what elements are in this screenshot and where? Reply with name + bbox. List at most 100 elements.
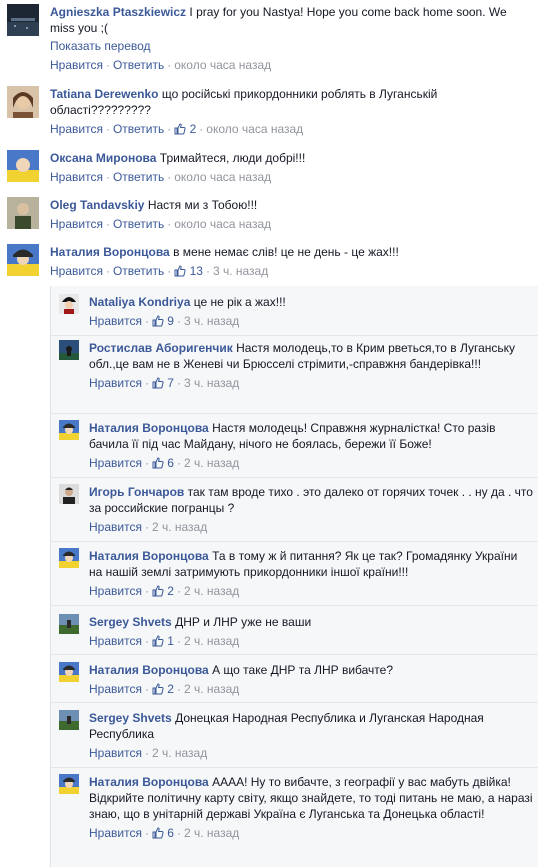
reply-button[interactable]: Ответить xyxy=(113,217,164,231)
like-button[interactable]: Нравится xyxy=(89,634,142,648)
reply-author[interactable]: Наталия Воронцова xyxy=(89,421,209,435)
separator: · xyxy=(176,634,181,648)
avatar[interactable] xyxy=(7,4,39,36)
reply-button[interactable]: Ответить xyxy=(113,58,164,72)
like-button[interactable]: Нравится xyxy=(89,456,142,470)
separator: · xyxy=(144,746,149,760)
reply-author[interactable]: Nataliya Kondriya xyxy=(89,295,190,309)
comment-timestamp[interactable]: около часа назад xyxy=(174,58,271,72)
comment-author[interactable]: Наталия Воронцова xyxy=(50,245,170,259)
avatar[interactable] xyxy=(59,614,79,634)
reply-timestamp[interactable]: 2 ч. назад xyxy=(184,634,239,648)
comment-text: Настя ми з Тобою!!! xyxy=(147,198,258,212)
separator: · xyxy=(105,264,110,278)
reply-timestamp[interactable]: 2 ч. назад xyxy=(184,456,239,470)
reply-content: Sergey Shvets ДНР и ЛНР уже не ваши Нрав… xyxy=(89,614,533,649)
avatar[interactable] xyxy=(59,548,79,568)
reply-content: Наталия Воронцова Настя молодець! Справж… xyxy=(89,420,533,471)
separator: · xyxy=(176,314,181,328)
like-button[interactable]: Нравится xyxy=(50,58,103,72)
avatar[interactable] xyxy=(59,484,79,504)
divider xyxy=(51,477,538,478)
reply-content: Sergey Shvets Донецкая Народная Республи… xyxy=(89,710,533,761)
reply-actions: Нравится · 6 · 2 ч. назад xyxy=(89,455,533,471)
separator: · xyxy=(167,58,172,72)
divider xyxy=(51,413,538,414)
reply-timestamp[interactable]: 3 ч. назад xyxy=(184,376,239,390)
like-button[interactable]: Нравится xyxy=(50,170,103,184)
divider xyxy=(51,335,538,336)
thumbs-up-icon xyxy=(152,377,164,389)
reply-author[interactable]: Наталия Воронцова xyxy=(89,775,209,789)
avatar[interactable] xyxy=(59,294,79,314)
reply-author[interactable]: Ростислав Аборигенчик xyxy=(89,341,233,355)
reply-timestamp[interactable]: 2 ч. назад xyxy=(152,746,207,760)
reply-timestamp[interactable]: 2 ч. назад xyxy=(184,584,239,598)
avatar[interactable] xyxy=(59,662,79,682)
reply-timestamp[interactable]: 2 ч. назад xyxy=(184,826,239,840)
reply-button[interactable]: Ответить xyxy=(113,170,164,184)
comment-text: в мене немає слів! це не день - це жах!!… xyxy=(173,245,399,259)
like-button[interactable]: Нравится xyxy=(50,122,103,136)
like-count[interactable]: 6 xyxy=(152,826,174,840)
like-button[interactable]: Нравится xyxy=(50,217,103,231)
separator: · xyxy=(176,456,181,470)
show-translation-link[interactable]: Показать перевод xyxy=(50,38,530,54)
reply-content: Ростислав Аборигенчик Настя молодець,то … xyxy=(89,340,533,391)
reply-author[interactable]: Наталия Воронцова xyxy=(89,549,209,563)
avatar[interactable] xyxy=(7,197,39,229)
like-count[interactable]: 13 xyxy=(174,264,203,278)
avatar[interactable] xyxy=(59,340,79,360)
comment-timestamp[interactable]: 3 ч. назад xyxy=(213,264,268,278)
reply-button[interactable]: Ответить xyxy=(113,122,164,136)
comment-author[interactable]: Tatiana Derewenko xyxy=(50,87,158,101)
replies-thread: Nataliya Kondriya це не рік а жах!!! Нра… xyxy=(50,286,538,867)
comment-timestamp[interactable]: около часа назад xyxy=(206,122,303,136)
avatar[interactable] xyxy=(7,150,39,182)
like-button[interactable]: Нравится xyxy=(89,746,142,760)
like-button[interactable]: Нравится xyxy=(89,826,142,840)
avatar[interactable] xyxy=(59,710,79,730)
separator: · xyxy=(167,170,172,184)
reply-timestamp[interactable]: 2 ч. назад xyxy=(184,682,239,696)
reply-actions: Нравится · 2 ч. назад xyxy=(89,519,533,535)
reply-timestamp[interactable]: 3 ч. назад xyxy=(184,314,239,328)
avatar[interactable] xyxy=(59,774,79,794)
comment-actions: Нравится · Ответить · около часа назад xyxy=(50,57,530,73)
comment-timestamp[interactable]: около часа назад xyxy=(174,217,271,231)
reply-author[interactable]: Игорь Гончаров xyxy=(89,485,184,499)
reply-actions: Нравится · 1 · 2 ч. назад xyxy=(89,633,533,649)
like-count[interactable]: 2 xyxy=(174,122,196,136)
comment-actions: Нравится · Ответить · около часа назад xyxy=(50,216,530,232)
like-count[interactable]: 6 xyxy=(152,456,174,470)
separator: · xyxy=(167,122,172,136)
reply-author[interactable]: Sergey Shvets xyxy=(89,711,172,725)
like-count[interactable]: 2 xyxy=(152,584,174,598)
reply-button[interactable]: Ответить xyxy=(113,264,164,278)
like-button[interactable]: Нравится xyxy=(89,584,142,598)
like-button[interactable]: Нравится xyxy=(89,376,142,390)
comment-text: Тримайтеся, люди добрі!!! xyxy=(159,151,306,165)
like-count[interactable]: 7 xyxy=(152,376,174,390)
like-button[interactable]: Нравится xyxy=(50,264,103,278)
comment-author[interactable]: Oleg Tandavskiy xyxy=(50,198,144,212)
comment-actions: Нравится · Ответить · около часа назад xyxy=(50,169,530,185)
reply-item: Sergey Shvets ДНР и ЛНР уже не ваши Нрав… xyxy=(51,612,538,652)
comment-item: Oleg Tandavskiy Настя ми з Тобою!!! Нрав… xyxy=(0,195,538,235)
like-count[interactable]: 9 xyxy=(152,314,174,328)
like-button[interactable]: Нравится xyxy=(89,314,142,328)
avatar[interactable] xyxy=(59,420,79,440)
like-button[interactable]: Нравится xyxy=(89,520,142,534)
comment-author[interactable]: Agnieszka Ptaszkiewicz xyxy=(50,5,186,19)
reply-author[interactable]: Sergey Shvets xyxy=(89,615,172,629)
reply-author[interactable]: Наталия Воронцова xyxy=(89,663,209,677)
avatar[interactable] xyxy=(7,244,39,276)
like-count[interactable]: 1 xyxy=(152,634,174,648)
like-count[interactable]: 2 xyxy=(152,682,174,696)
reply-timestamp[interactable]: 2 ч. назад xyxy=(152,520,207,534)
comment-timestamp[interactable]: около часа назад xyxy=(174,170,271,184)
like-button[interactable]: Нравится xyxy=(89,682,142,696)
comment-author[interactable]: Оксана Миронова xyxy=(50,151,156,165)
reply-content: Игорь Гончаров так там вроде тихо . это … xyxy=(89,484,533,535)
avatar[interactable] xyxy=(7,86,39,118)
